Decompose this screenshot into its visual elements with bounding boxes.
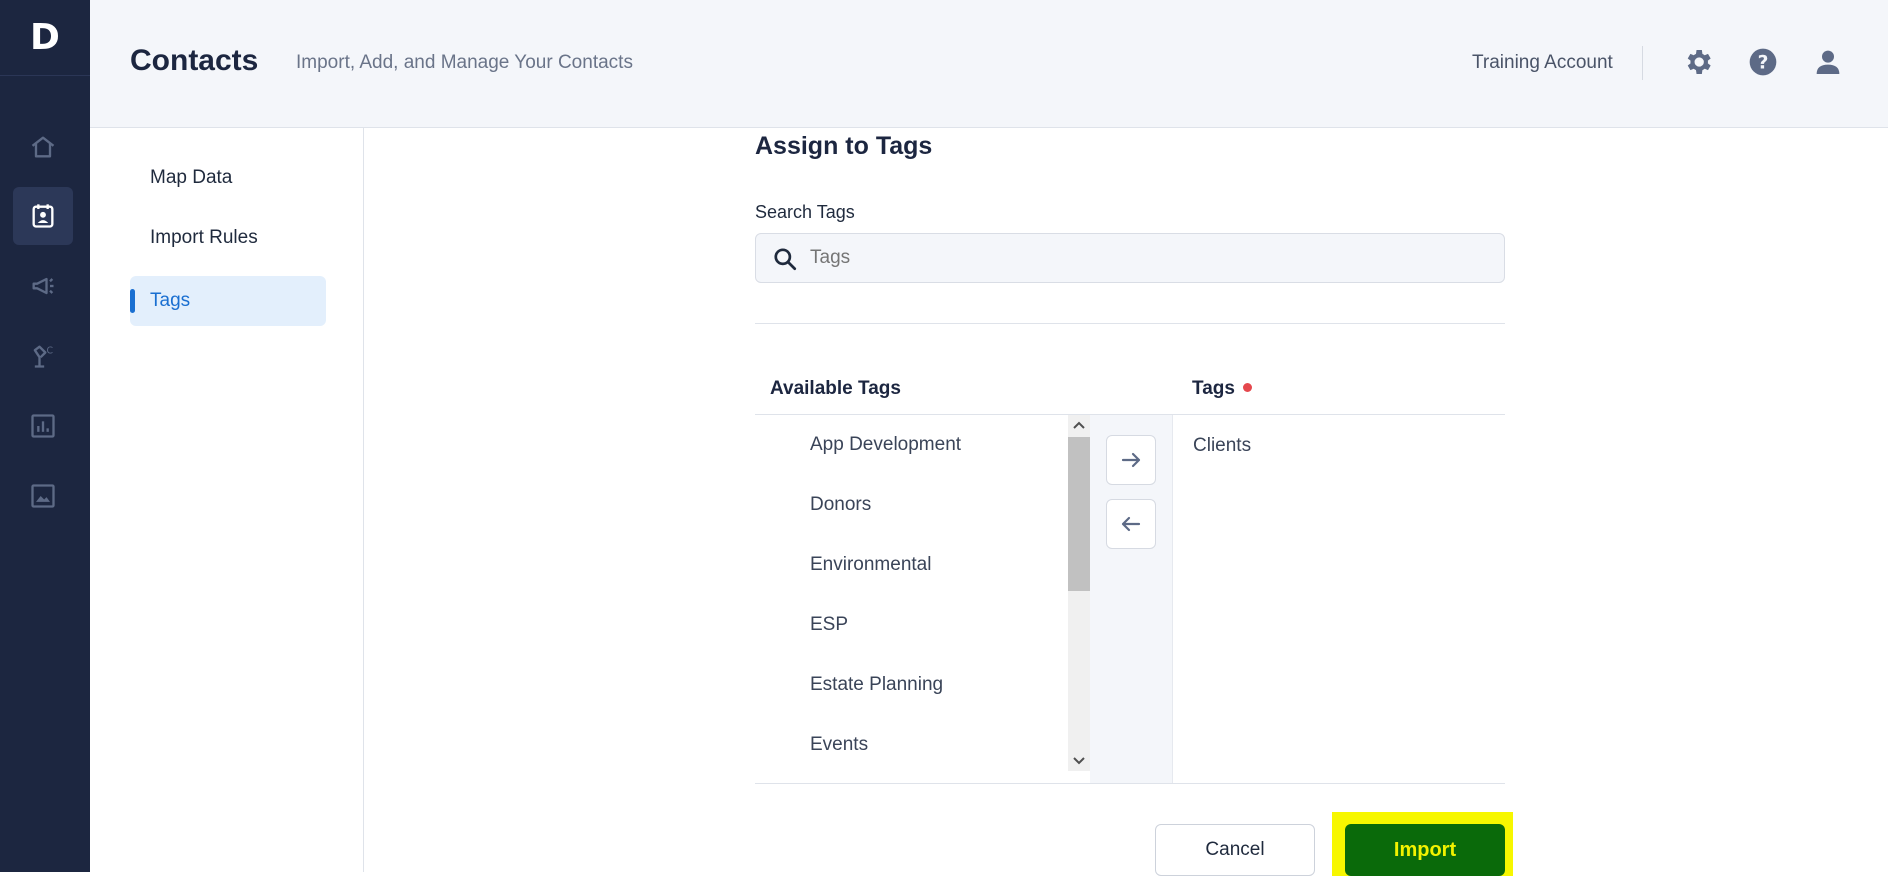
chevron-up-icon <box>1073 421 1085 429</box>
cancel-button[interactable]: Cancel <box>1155 824 1315 876</box>
help-icon[interactable]: ? <box>1747 46 1779 78</box>
page-header: Contacts Import, Add, and Manage Your Co… <box>90 0 1888 128</box>
rail-item-automation[interactable]: C <box>13 327 73 385</box>
selected-tags-header: Tags <box>1192 378 1235 399</box>
rail-item-media[interactable] <box>13 467 73 525</box>
step-import-rules[interactable]: Import Rules <box>130 213 326 263</box>
list-item[interactable]: Events <box>810 734 868 756</box>
app-rail: D C <box>0 0 90 872</box>
megaphone-icon <box>32 277 54 295</box>
rail-item-campaigns[interactable] <box>13 257 73 315</box>
list-item[interactable]: Donors <box>810 494 871 516</box>
transfer-controls <box>1090 415 1172 783</box>
home-icon <box>31 136 55 158</box>
app-logo[interactable]: D <box>0 0 90 76</box>
contacts-icon <box>32 204 54 228</box>
list-item[interactable]: ESP <box>810 614 848 636</box>
divider <box>755 783 1505 784</box>
user-icon[interactable] <box>1812 46 1844 78</box>
reports-icon <box>31 414 55 438</box>
step-map-data[interactable]: Map Data <box>130 153 326 203</box>
selected-tags-list[interactable]: Clients <box>1172 415 1505 783</box>
scroll-down-arrow[interactable] <box>1068 751 1090 771</box>
account-name[interactable]: Training Account <box>1472 52 1613 74</box>
search-label: Search Tags <box>755 202 855 222</box>
list-item[interactable]: App Development <box>810 434 961 456</box>
svg-text:?: ? <box>1758 53 1769 74</box>
rail-item-reports[interactable] <box>13 397 73 455</box>
list-item[interactable]: Estate Planning <box>810 674 943 696</box>
import-steps-nav: Map Data Import Rules Tags <box>90 128 364 872</box>
chevron-down-icon <box>1073 757 1085 765</box>
page-subtitle: Import, Add, and Manage Your Contacts <box>296 52 633 73</box>
import-button[interactable]: Import <box>1345 824 1505 876</box>
section-title: Assign to Tags <box>755 132 933 160</box>
gear-icon[interactable] <box>1682 46 1714 78</box>
scroll-up-arrow[interactable] <box>1068 415 1090 435</box>
add-tag-button[interactable] <box>1106 435 1156 485</box>
divider <box>755 323 1505 324</box>
available-tags-header: Available Tags <box>770 378 901 399</box>
rail-item-home[interactable] <box>13 118 73 176</box>
arrow-left-icon <box>1121 516 1141 532</box>
logo-letter: D <box>30 17 60 58</box>
automation-icon: C <box>33 345 54 368</box>
page-title: Contacts <box>130 44 259 77</box>
remove-tag-button[interactable] <box>1106 499 1156 549</box>
arrow-right-icon <box>1121 452 1141 468</box>
svg-text:C: C <box>47 346 54 357</box>
search-icon <box>774 248 797 271</box>
header-divider <box>1642 46 1643 80</box>
rail-item-contacts[interactable] <box>13 187 73 245</box>
list-scrollbar[interactable] <box>1068 415 1090 771</box>
list-item[interactable]: Clients <box>1193 435 1251 457</box>
step-tags[interactable]: Tags <box>130 276 326 326</box>
image-icon <box>31 484 55 508</box>
available-tags-list[interactable]: App Development Donors Environmental ESP… <box>755 415 1068 783</box>
scroll-thumb[interactable] <box>1068 437 1090 591</box>
list-item[interactable]: Environmental <box>810 554 931 576</box>
search-input[interactable] <box>810 234 1490 282</box>
search-box <box>755 233 1505 283</box>
required-indicator <box>1243 383 1252 392</box>
